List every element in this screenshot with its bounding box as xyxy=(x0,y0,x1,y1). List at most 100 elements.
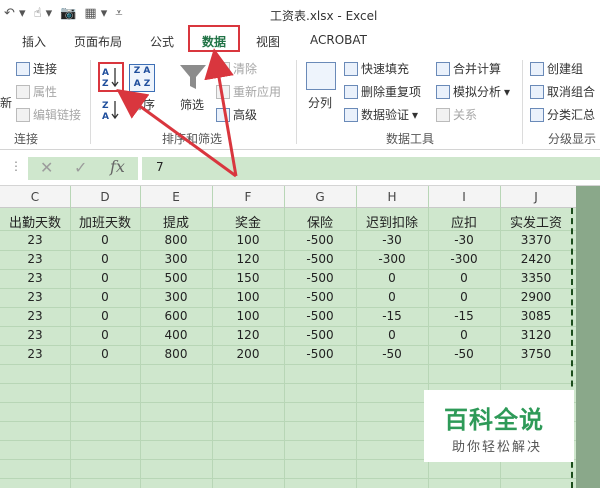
column-header-h[interactable]: H xyxy=(356,190,428,204)
text-to-columns-icon[interactable] xyxy=(306,62,336,90)
filter-icon[interactable] xyxy=(178,62,208,92)
table-cell[interactable]: 23 xyxy=(0,271,70,285)
ungroup-button[interactable]: 取消组合 xyxy=(530,83,595,100)
header-cell-insurance[interactable]: 保险 xyxy=(284,212,356,231)
table-cell[interactable]: 0 xyxy=(356,328,428,342)
table-cell[interactable]: 3085 xyxy=(500,309,572,323)
header-cell-deductions[interactable]: 应扣 xyxy=(428,212,500,231)
table-cell[interactable]: 0 xyxy=(428,271,500,285)
table-cell[interactable]: -50 xyxy=(428,347,500,361)
column-header-j[interactable]: J xyxy=(500,190,572,204)
selected-column-strip[interactable] xyxy=(576,186,600,488)
camera-icon[interactable]: 📷 xyxy=(60,6,76,21)
table-cell[interactable]: -500 xyxy=(284,347,356,361)
table-cell[interactable]: -500 xyxy=(284,233,356,247)
table-cell[interactable]: -15 xyxy=(356,309,428,323)
flash-fill-button[interactable]: 快速填充 xyxy=(344,60,409,77)
table-cell[interactable]: -500 xyxy=(284,290,356,304)
clear-filter-button[interactable]: 清除 xyxy=(216,60,257,77)
table-cell[interactable]: 23 xyxy=(0,290,70,304)
table-cell[interactable]: 3120 xyxy=(500,328,572,342)
header-cell-net-pay[interactable]: 实发工资 xyxy=(500,212,572,231)
form-icon[interactable]: ▦ ▾ xyxy=(84,6,107,21)
table-cell[interactable]: 120 xyxy=(212,328,284,342)
table-cell[interactable]: 300 xyxy=(140,252,212,266)
table-cell[interactable]: 200 xyxy=(212,347,284,361)
table-cell[interactable]: 23 xyxy=(0,233,70,247)
customize-qat-icon[interactable]: ⩡ xyxy=(115,6,122,21)
remove-duplicates-button[interactable]: 删除重复项 xyxy=(344,83,421,100)
table-cell[interactable]: 2420 xyxy=(500,252,572,266)
column-header-f[interactable]: F xyxy=(212,190,284,204)
table-cell[interactable]: 0 xyxy=(70,233,140,247)
table-cell[interactable]: -500 xyxy=(284,309,356,323)
custom-sort-icon[interactable]: Z AA Z xyxy=(129,64,155,92)
table-cell[interactable]: -300 xyxy=(428,252,500,266)
header-cell-bonus[interactable]: 奖金 xyxy=(212,212,284,231)
edit-links-button[interactable]: 编辑链接 xyxy=(16,106,81,123)
table-cell[interactable]: 0 xyxy=(428,328,500,342)
header-cell-overtime[interactable]: 加班天数 xyxy=(70,212,140,231)
table-cell[interactable]: -500 xyxy=(284,328,356,342)
table-cell[interactable]: 0 xyxy=(356,290,428,304)
table-cell[interactable]: 0 xyxy=(356,271,428,285)
table-cell[interactable]: 120 xyxy=(212,252,284,266)
table-cell[interactable]: 600 xyxy=(140,309,212,323)
table-cell[interactable]: -500 xyxy=(284,252,356,266)
table-cell[interactable]: 3370 xyxy=(500,233,572,247)
text-to-columns-label[interactable]: 分列 xyxy=(308,94,332,111)
column-header-i[interactable]: I xyxy=(428,190,500,204)
table-cell[interactable]: 0 xyxy=(70,347,140,361)
tab-view[interactable]: 视图 xyxy=(256,33,280,50)
sort-label[interactable]: 排序 xyxy=(131,96,155,113)
table-cell[interactable]: -15 xyxy=(428,309,500,323)
connections-button[interactable]: 连接 xyxy=(16,60,57,77)
tab-acrobat[interactable]: ACROBAT xyxy=(310,33,367,47)
table-cell[interactable]: 0 xyxy=(428,290,500,304)
table-cell[interactable]: 400 xyxy=(140,328,212,342)
consolidate-button[interactable]: 合并计算 xyxy=(436,60,501,77)
enter-icon[interactable]: ✓ xyxy=(74,158,87,177)
header-cell-attendance[interactable]: 出勤天数 xyxy=(0,212,70,231)
table-cell[interactable]: 150 xyxy=(212,271,284,285)
table-cell[interactable]: 3750 xyxy=(500,347,572,361)
insert-function-icon[interactable]: fx xyxy=(110,157,125,176)
header-cell-commission[interactable]: 提成 xyxy=(140,212,212,231)
new-query-label[interactable]: 新 xyxy=(0,94,12,111)
table-cell[interactable]: 800 xyxy=(140,347,212,361)
table-cell[interactable]: 100 xyxy=(212,309,284,323)
sort-ascending-button[interactable]: A Z xyxy=(98,62,124,92)
filter-label[interactable]: 筛选 xyxy=(180,96,204,113)
table-cell[interactable]: 0 xyxy=(70,252,140,266)
properties-button[interactable]: 属性 xyxy=(16,83,57,100)
table-cell[interactable]: 0 xyxy=(70,290,140,304)
table-cell[interactable]: 23 xyxy=(0,252,70,266)
table-cell[interactable]: 0 xyxy=(70,328,140,342)
table-cell[interactable]: 100 xyxy=(212,233,284,247)
what-if-analysis-button[interactable]: 模拟分析 ▾ xyxy=(436,83,510,100)
advanced-filter-button[interactable]: 高级 xyxy=(216,106,257,123)
undo-icon[interactable]: ↶ ▾ xyxy=(4,6,26,21)
relationships-button[interactable]: 关系 xyxy=(436,106,477,123)
tab-page-layout[interactable]: 页面布局 xyxy=(74,33,122,50)
header-cell-late-deduction[interactable]: 迟到扣除 xyxy=(356,212,428,231)
table-cell[interactable]: 100 xyxy=(212,290,284,304)
table-cell[interactable]: 2900 xyxy=(500,290,572,304)
column-header-e[interactable]: E xyxy=(140,190,212,204)
column-header-d[interactable]: D xyxy=(70,190,140,204)
table-cell[interactable]: 23 xyxy=(0,328,70,342)
table-cell[interactable]: 800 xyxy=(140,233,212,247)
formula-input[interactable]: 7 xyxy=(142,157,600,180)
table-cell[interactable]: -50 xyxy=(356,347,428,361)
table-cell[interactable]: 0 xyxy=(70,309,140,323)
table-cell[interactable]: -500 xyxy=(284,271,356,285)
table-cell[interactable]: 500 xyxy=(140,271,212,285)
sort-descending-button[interactable]: Z A xyxy=(100,98,122,122)
reapply-button[interactable]: 重新应用 xyxy=(216,83,281,100)
name-box-handle[interactable]: ⋮ xyxy=(10,159,22,173)
table-cell[interactable]: 0 xyxy=(70,271,140,285)
table-cell[interactable]: 23 xyxy=(0,347,70,361)
table-cell[interactable]: -300 xyxy=(356,252,428,266)
tab-formulas[interactable]: 公式 xyxy=(150,33,174,50)
subtotal-button[interactable]: 分类汇总 xyxy=(530,106,595,123)
